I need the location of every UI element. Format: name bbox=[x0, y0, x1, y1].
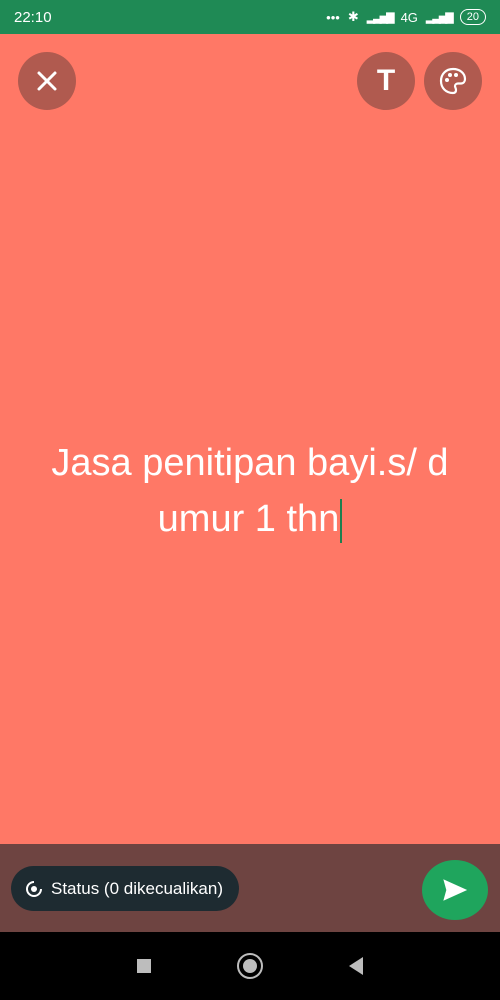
color-palette-button[interactable] bbox=[424, 52, 482, 110]
status-icon bbox=[26, 880, 42, 897]
text-style-button[interactable]: T bbox=[357, 52, 415, 110]
status-icons: ••• ✱ ▂▃▅▇ 4G ▂▃▅▇ 20 bbox=[326, 9, 486, 25]
network-type: 4G bbox=[400, 9, 418, 25]
signal-icon: ▂▃▅▇ bbox=[366, 11, 395, 24]
status-privacy-label: Status (0 dikecualikan) bbox=[51, 878, 223, 898]
status-bar: 22:10 ••• ✱ ▂▃▅▇ 4G ▂▃▅▇ 20 bbox=[0, 0, 500, 34]
clock: 22:10 bbox=[14, 8, 52, 26]
more-dots-icon: ••• bbox=[326, 9, 340, 25]
recent-apps-icon[interactable] bbox=[137, 959, 151, 973]
back-icon[interactable] bbox=[349, 957, 363, 975]
close-icon bbox=[37, 71, 57, 91]
close-button[interactable] bbox=[18, 52, 76, 110]
send-icon bbox=[443, 879, 468, 901]
text-caret bbox=[340, 498, 343, 543]
text-style-icon: T bbox=[376, 64, 396, 97]
home-icon[interactable] bbox=[237, 953, 263, 979]
signal-icon-2: ▂▃▅▇ bbox=[425, 11, 454, 24]
status-privacy-button[interactable]: Status (0 dikecualikan) bbox=[11, 866, 239, 911]
battery-icon: 20 bbox=[459, 9, 486, 25]
send-button[interactable] bbox=[422, 860, 488, 920]
status-text-input[interactable]: Jasa penitipan bayi.s/ d umur 1 thn bbox=[20, 435, 480, 547]
palette-icon bbox=[439, 67, 467, 95]
status-text-value: Jasa penitipan bayi.s/ d umur 1 thn bbox=[51, 442, 449, 540]
bluetooth-icon: ✱ bbox=[347, 9, 359, 24]
system-nav-bar bbox=[0, 932, 500, 1000]
